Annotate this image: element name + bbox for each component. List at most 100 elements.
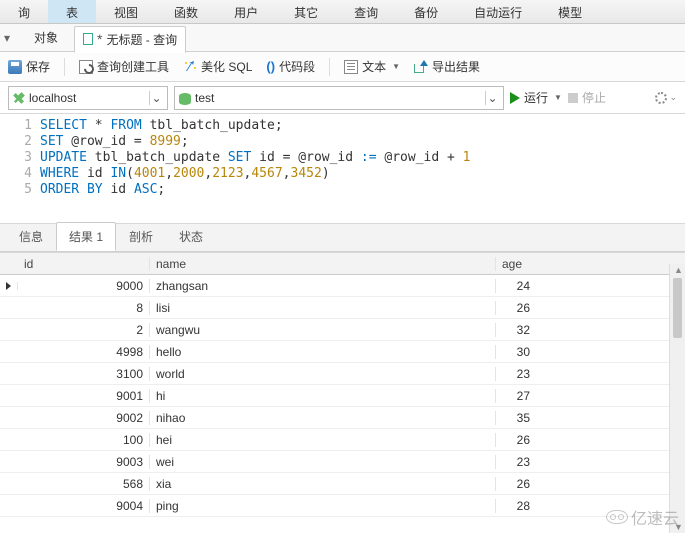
cell-name[interactable]: xia (150, 477, 496, 491)
separator (329, 58, 330, 76)
save-button[interactable]: 保存 (8, 58, 50, 75)
chevron-down-icon: ▼ (554, 93, 562, 102)
sql-editor[interactable]: 12345 SELECT * FROM tbl_batch_update;SET… (0, 114, 685, 224)
tab-label: 无标题 - 查询 (106, 31, 177, 48)
table-row[interactable]: 9002nihao35 (0, 407, 685, 429)
result-grid: id name age 9000zhangsan248lisi262wangwu… (0, 252, 685, 517)
cell-id[interactable]: 9002 (18, 411, 150, 425)
table-row[interactable]: 2wangwu32 (0, 319, 685, 341)
cell-age[interactable]: 26 (496, 477, 536, 491)
beautify-sql-button[interactable]: 美化 SQL (183, 58, 252, 75)
cell-age[interactable]: 23 (496, 455, 536, 469)
menu-item-3[interactable]: 函数 (156, 0, 216, 23)
result-tab-3[interactable]: 状态 (166, 222, 216, 251)
cell-name[interactable]: zhangsan (150, 279, 496, 293)
cell-age[interactable]: 32 (496, 323, 536, 337)
scroll-up-icon[interactable]: ▲ (674, 265, 683, 275)
menu-item-7[interactable]: 备份 (396, 0, 456, 23)
dirty-indicator: * (97, 35, 102, 43)
cell-name[interactable]: wangwu (150, 323, 496, 337)
table-row[interactable]: 3100world23 (0, 363, 685, 385)
column-header-name[interactable]: name (150, 257, 496, 271)
table-row[interactable]: 9001hi27 (0, 385, 685, 407)
cell-id[interactable]: 9000 (18, 279, 150, 293)
menu-item-9[interactable]: 模型 (540, 0, 600, 23)
cell-age[interactable]: 30 (496, 345, 536, 359)
cell-id[interactable]: 2 (18, 323, 150, 337)
query-doc-icon (83, 33, 93, 45)
cell-name[interactable]: nihao (150, 411, 496, 425)
scrollbar-thumb[interactable] (673, 278, 682, 338)
cell-name[interactable]: hi (150, 389, 496, 403)
cell-id[interactable]: 9001 (18, 389, 150, 403)
cell-id[interactable]: 9004 (18, 499, 150, 513)
table-row[interactable]: 9003wei23 (0, 451, 685, 473)
cell-id[interactable]: 9003 (18, 455, 150, 469)
code-snippet-button[interactable]: () 代码段 (266, 58, 315, 75)
text-icon (344, 60, 358, 74)
cell-id[interactable]: 568 (18, 477, 150, 491)
chevron-down-icon: ⌄ (485, 91, 499, 105)
cell-id[interactable]: 3100 (18, 367, 150, 381)
menu-item-6[interactable]: 查询 (336, 0, 396, 23)
code-area[interactable]: SELECT * FROM tbl_batch_update;SET @row_… (40, 114, 471, 223)
export-result-button[interactable]: 导出结果 (414, 58, 480, 75)
row-indicator (0, 282, 18, 290)
gear-icon (655, 92, 667, 104)
cell-name[interactable]: wei (150, 455, 496, 469)
result-tab-2[interactable]: 剖析 (116, 222, 166, 251)
table-row[interactable]: 9004ping28 (0, 495, 685, 517)
result-tab-1[interactable]: 结果 1 (56, 222, 116, 251)
table-row[interactable]: 568xia26 (0, 473, 685, 495)
table-row[interactable]: 8lisi26 (0, 297, 685, 319)
cell-age[interactable]: 28 (496, 499, 536, 513)
chevron-down-icon: ⌄ (669, 92, 677, 103)
text-view-button[interactable]: 文本 ▼ (344, 58, 400, 75)
table-row[interactable]: 9000zhangsan24 (0, 275, 685, 297)
cell-name[interactable]: lisi (150, 301, 496, 315)
cell-name[interactable]: hello (150, 345, 496, 359)
cell-age[interactable]: 23 (496, 367, 536, 381)
cell-id[interactable]: 4998 (18, 345, 150, 359)
cell-age[interactable]: 26 (496, 433, 536, 447)
cell-id[interactable]: 8 (18, 301, 150, 315)
document-tabbar: ▾ 对象 * 无标题 - 查询 (0, 24, 685, 52)
menu-item-5[interactable]: 其它 (276, 0, 336, 23)
scroll-down-icon[interactable]: ▼ (674, 522, 683, 532)
column-header-id[interactable]: id (18, 257, 150, 271)
result-tab-0[interactable]: 信息 (6, 222, 56, 251)
cell-id[interactable]: 100 (18, 433, 150, 447)
play-icon (510, 92, 520, 104)
vertical-scrollbar[interactable]: ▲ ▼ (669, 264, 685, 533)
cell-age[interactable]: 24 (496, 279, 536, 293)
menu-item-0[interactable]: 询 (0, 0, 48, 23)
save-icon (8, 60, 22, 74)
menu-item-8[interactable]: 自动运行 (456, 0, 540, 23)
query-builder-button[interactable]: 查询创建工具 (79, 58, 169, 75)
table-row[interactable]: 100hei26 (0, 429, 685, 451)
cell-age[interactable]: 35 (496, 411, 536, 425)
line-gutter: 12345 (0, 114, 40, 223)
beautify-icon (183, 60, 197, 74)
cell-name[interactable]: ping (150, 499, 496, 513)
table-row[interactable]: 4998hello30 (0, 341, 685, 363)
cell-name[interactable]: world (150, 367, 496, 381)
run-button[interactable]: 运行 ▼ (510, 89, 562, 106)
cell-age[interactable]: 27 (496, 389, 536, 403)
connection-select[interactable]: localhost ⌄ (8, 86, 168, 110)
snippet-icon: () (266, 59, 275, 74)
cell-age[interactable]: 26 (496, 301, 536, 315)
export-icon (414, 60, 428, 74)
column-header-age[interactable]: age (496, 257, 536, 271)
menu-item-4[interactable]: 用户 (216, 0, 276, 23)
menu-item-1[interactable]: 表 (48, 0, 96, 23)
database-icon (179, 93, 191, 103)
menu-item-2[interactable]: 视图 (96, 0, 156, 23)
tab-untitled-query[interactable]: * 无标题 - 查询 (74, 26, 186, 53)
settings-button[interactable]: ⌄ (655, 92, 677, 104)
stop-button: 停止 (568, 89, 606, 106)
database-select[interactable]: test ⌄ (174, 86, 504, 110)
tab-objects[interactable]: 对象 (24, 25, 68, 50)
dropdown-icon[interactable]: ▾ (4, 31, 18, 45)
cell-name[interactable]: hei (150, 433, 496, 447)
